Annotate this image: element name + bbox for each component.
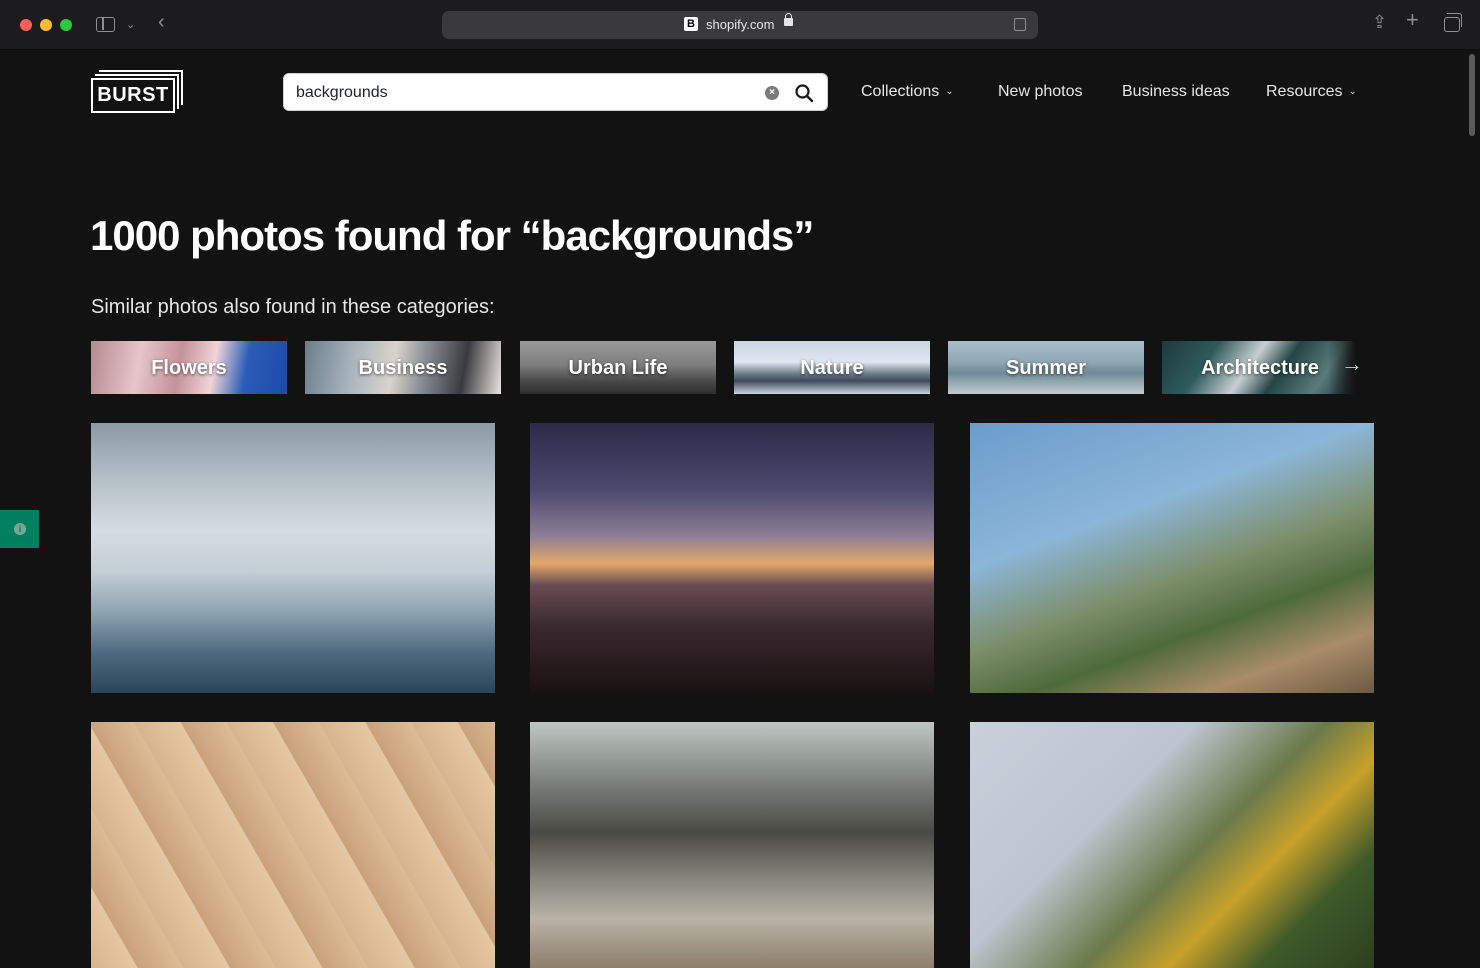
url-text[interactable]: shopify.com [706, 17, 774, 33]
clear-search-icon[interactable]: × [765, 86, 779, 100]
search-box: × [283, 73, 828, 111]
nav-new-photos[interactable]: New photos [998, 82, 1083, 102]
chevron-down-icon: ⌄ [1348, 86, 1357, 97]
nav-collections-label: Collections [861, 83, 940, 100]
category-label: Summer [1005, 357, 1087, 379]
logo-text: BURST [97, 84, 169, 106]
category-label: Business [358, 357, 448, 379]
category-tile-business[interactable]: Business [305, 341, 501, 394]
search-icon[interactable] [794, 83, 814, 103]
info-icon: i [14, 523, 26, 535]
reader-mode-icon[interactable] [1014, 18, 1026, 31]
new-tab-icon[interactable]: + [1406, 9, 1419, 31]
photo-patio-cafe[interactable] [530, 722, 934, 968]
feedback-tab[interactable]: i [0, 510, 39, 548]
burst-logo[interactable]: BURST [91, 70, 183, 114]
scrollbar-thumb[interactable] [1469, 54, 1475, 136]
page-scrollbar[interactable] [1466, 50, 1480, 968]
browser-toolbar: ⌄ ‹ B shopify.com ⇪ + [0, 0, 1480, 50]
category-label: Urban Life [568, 357, 668, 379]
photo-wood-chevron[interactable] [91, 722, 495, 968]
site-favicon: B [684, 17, 698, 31]
page-title: 1000 photos found for “backgrounds” [90, 212, 814, 259]
photo-sunset-beach[interactable] [530, 423, 934, 693]
photo-clouds[interactable] [91, 423, 495, 693]
nav-business-ideas[interactable]: Business ideas [1122, 82, 1230, 102]
minimize-window-button[interactable] [40, 19, 52, 31]
category-label: Flowers [151, 357, 227, 379]
category-tile-summer[interactable]: Summer [948, 341, 1144, 394]
nav-collections[interactable]: Collections ⌄ [861, 82, 954, 104]
similar-categories-label: Similar photos also found in these categ… [91, 296, 495, 318]
close-window-button[interactable] [20, 19, 32, 31]
photo-yellow-flowers[interactable] [970, 722, 1374, 968]
chevron-down-icon[interactable]: ⌄ [126, 17, 135, 33]
nav-resources-label: Resources [1266, 83, 1343, 100]
tab-overview-icon[interactable] [1444, 13, 1462, 32]
arrow-right-icon[interactable]: → [1341, 352, 1363, 376]
category-tile-urban-life[interactable]: Urban Life [520, 341, 716, 394]
lock-icon [784, 13, 793, 26]
category-label: Nature [800, 357, 864, 379]
category-tile-nature[interactable]: Nature [734, 341, 930, 394]
search-input[interactable] [296, 82, 736, 104]
category-tile-flowers[interactable]: Flowers [91, 341, 287, 394]
photo-coastal-path[interactable] [970, 423, 1374, 693]
zoom-window-button[interactable] [60, 19, 72, 31]
nav-resources[interactable]: Resources ⌄ [1266, 82, 1357, 104]
chevron-down-icon: ⌄ [945, 86, 954, 97]
sidebar-toggle-icon[interactable] [96, 17, 115, 32]
share-icon[interactable]: ⇪ [1372, 13, 1387, 31]
back-arrow-icon[interactable]: ‹ [158, 12, 165, 32]
